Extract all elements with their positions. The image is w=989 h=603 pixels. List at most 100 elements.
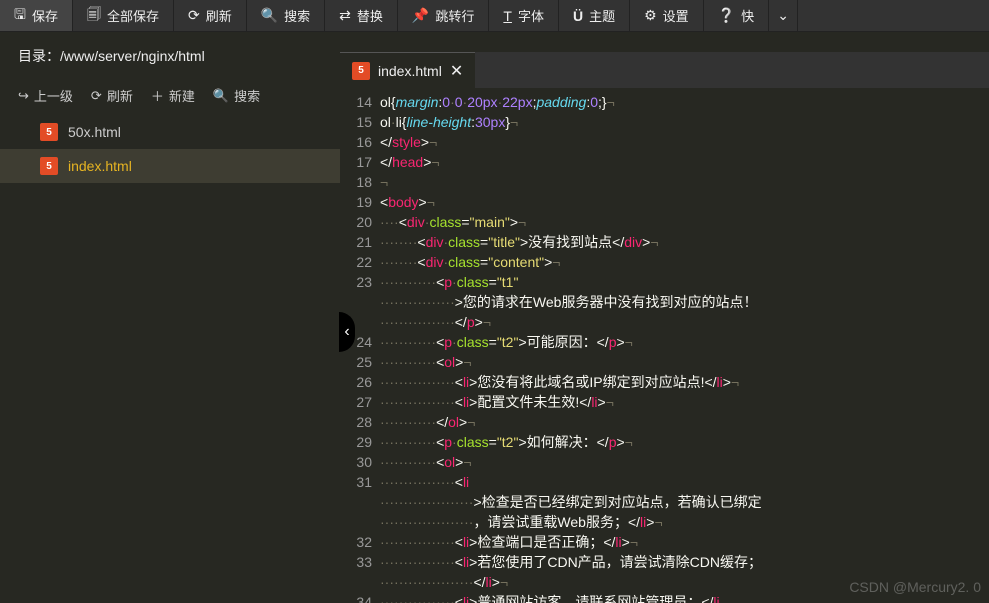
tab-index-html[interactable]: 5 index.html ✕ [340, 52, 475, 88]
code-line[interactable]: 31················<li···················… [340, 472, 989, 532]
line-number: 34 [340, 592, 380, 603]
up-level-button[interactable]: ↪上一级 [18, 86, 73, 105]
path-label: 目录： [18, 48, 60, 64]
code-line[interactable]: 18¬ [340, 172, 989, 192]
code-editor[interactable]: 14ol{margin:0·0·20px·22px;padding:0;}¬15… [340, 88, 989, 603]
code-line[interactable]: 14ol{margin:0·0·20px·22px;padding:0;}¬ [340, 92, 989, 112]
chevron-down-icon: ⌄ [777, 7, 789, 24]
refresh-icon: ⟳ [188, 7, 200, 24]
font-label: 字体 [518, 6, 544, 25]
file-sidebar: 目录：/www/server/nginx/html ↪上一级 ⟳刷新 ＋新建 🔍… [0, 32, 340, 603]
line-content: ol{margin:0·0·20px·22px;padding:0;}¬ [380, 92, 989, 112]
line-content: ········<div·class="title">没有找到站点</div>¬ [380, 232, 989, 252]
save-button[interactable]: 🖫保存 [0, 0, 73, 31]
line-content: ············<p·class="t1"···············… [380, 272, 989, 332]
code-line[interactable]: 28············</ol>¬ [340, 412, 989, 432]
line-content: ············<ol>¬ [380, 352, 989, 372]
search-icon: 🔍 [213, 88, 229, 104]
sidebar-search-button[interactable]: 🔍搜索 [213, 86, 260, 105]
line-number: 15 [340, 112, 380, 132]
code-line[interactable]: 16</style>¬ [340, 132, 989, 152]
code-line[interactable]: 27················<li>配置文件未生效!</li>¬ [340, 392, 989, 412]
line-content: ············<p·class="t2">如何解决：</p>¬ [380, 432, 989, 452]
refresh-label: 刷新 [206, 6, 232, 25]
theme-label: 主题 [589, 6, 615, 25]
line-content: ············</ol>¬ [380, 412, 989, 432]
editor-pane: ‹ 5 index.html ✕ 14ol{margin:0·0·20px·22… [340, 32, 989, 603]
line-number: 30 [340, 452, 380, 472]
sidebar-toolbar: ↪上一级 ⟳刷新 ＋新建 🔍搜索 [0, 80, 340, 115]
code-line[interactable]: 17</head>¬ [340, 152, 989, 172]
sidebar-refresh-button[interactable]: ⟳刷新 [91, 86, 133, 105]
line-content: ················<li>您没有将此域名或IP绑定到对应站点!</… [380, 372, 989, 392]
font-icon: T [503, 8, 512, 24]
file-item[interactable]: 5 index.html [0, 149, 340, 183]
line-number: 32 [340, 532, 380, 552]
line-content: ¬ [380, 172, 989, 192]
code-line[interactable]: 26················<li>您没有将此域名或IP绑定到对应站点!… [340, 372, 989, 392]
font-button[interactable]: T 字体 [489, 0, 559, 31]
main-area: 目录：/www/server/nginx/html ↪上一级 ⟳刷新 ＋新建 🔍… [0, 32, 989, 603]
code-line[interactable]: 29············<p·class="t2">如何解决：</p>¬ [340, 432, 989, 452]
replace-button[interactable]: ⇄替换 [325, 0, 398, 31]
close-tab-button[interactable]: ✕ [450, 61, 463, 81]
theme-button[interactable]: Ü 主题 [559, 0, 630, 31]
plus-icon: ＋ [151, 86, 164, 105]
line-content: ····<div·class="main">¬ [380, 212, 989, 232]
line-content: ················<li>普通网站访客，请联系网站管理员；</li [380, 592, 989, 603]
goto-line-label: 跳转行 [435, 6, 474, 25]
code-line[interactable]: 20····<div·class="main">¬ [340, 212, 989, 232]
search-icon: 🔍 [261, 7, 278, 24]
code-line[interactable]: 33················<li>若您使用了CDN产品，请尝试清除CD… [340, 552, 989, 592]
save-all-icon: 🗐 [87, 4, 101, 28]
code-line[interactable]: 22········<div·class="content">¬ [340, 252, 989, 272]
line-number: 27 [340, 392, 380, 412]
search-button[interactable]: 🔍 搜索 [247, 0, 325, 31]
theme-icon: Ü [573, 8, 583, 24]
refresh-icon: ⟳ [91, 88, 102, 104]
save-all-label: 全部保存 [107, 6, 159, 25]
html-file-icon: 5 [40, 157, 58, 175]
line-number: 31 [340, 472, 380, 532]
html-file-icon: 5 [40, 123, 58, 141]
line-content: </head>¬ [380, 152, 989, 172]
save-icon: 🖫 [14, 4, 26, 28]
search-label: 搜索 [284, 6, 310, 25]
help-icon: ❔ [718, 7, 735, 24]
save-all-button[interactable]: 🗐 全部保存 [73, 0, 174, 31]
line-content: ················<li····················>… [380, 472, 989, 532]
settings-label: 设置 [663, 6, 689, 25]
line-content: ············<p·class="t2">可能原因：</p>¬ [380, 332, 989, 352]
code-line[interactable]: 30············<ol>¬ [340, 452, 989, 472]
line-number: 19 [340, 192, 380, 212]
toolbar-overflow-button[interactable]: ⌄ [769, 0, 798, 31]
line-number: 29 [340, 432, 380, 452]
code-line[interactable]: 24············<p·class="t2">可能原因：</p>¬ [340, 332, 989, 352]
quick-button[interactable]: ❔快 [704, 0, 769, 31]
file-item[interactable]: 550x.html [0, 115, 340, 149]
code-line[interactable]: 32················<li>检查端口是否正确；</li>¬ [340, 532, 989, 552]
line-content: ol·li{line-height:30px}¬ [380, 112, 989, 132]
quick-label: 快 [741, 6, 754, 25]
current-path[interactable]: /www/server/nginx/html [60, 48, 205, 64]
new-file-button[interactable]: ＋新建 [151, 86, 195, 105]
line-content: <body>¬ [380, 192, 989, 212]
refresh-button[interactable]: ⟳ 刷新 [174, 0, 247, 31]
arrow-up-icon: ↪ [18, 88, 29, 104]
line-number: 21 [340, 232, 380, 252]
code-line[interactable]: 23············<p·class="t1"·············… [340, 272, 989, 332]
main-toolbar: 🖫保存 🗐 全部保存 ⟳ 刷新 🔍 搜索 ⇄替换 📌跳转行 T 字体 Ü 主题 ⚙设置 ❔… [0, 0, 989, 32]
code-line[interactable]: 19<body>¬ [340, 192, 989, 212]
line-number: 20 [340, 212, 380, 232]
settings-button[interactable]: ⚙设置 [630, 0, 704, 31]
code-line[interactable]: 15ol·li{line-height:30px}¬ [340, 112, 989, 132]
code-line[interactable]: 25············<ol>¬ [340, 352, 989, 372]
goto-line-button[interactable]: 📌跳转行 [398, 0, 489, 31]
line-number: 25 [340, 352, 380, 372]
code-line[interactable]: 34················<li>普通网站访客，请联系网站管理员；</… [340, 592, 989, 603]
code-line[interactable]: 21········<div·class="title">没有找到站点</div… [340, 232, 989, 252]
line-number: 28 [340, 412, 380, 432]
path-bar: 目录：/www/server/nginx/html [0, 32, 340, 80]
file-list: 550x.html5index.html [0, 115, 340, 603]
file-name: index.html [68, 158, 132, 174]
